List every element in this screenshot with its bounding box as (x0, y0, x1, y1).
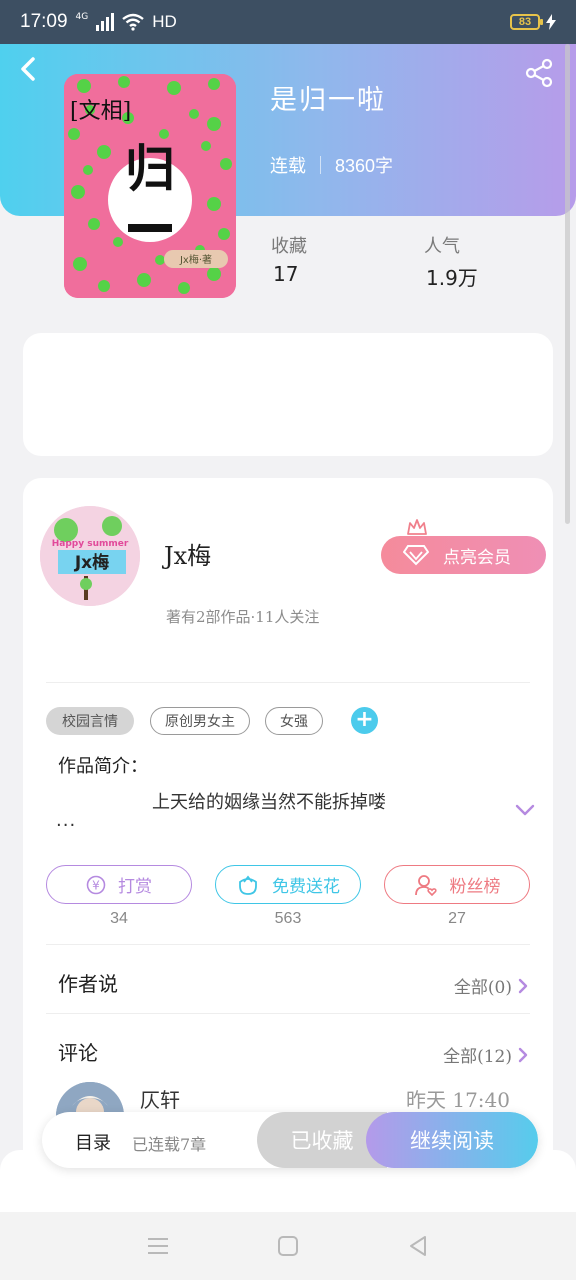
divider (46, 944, 530, 945)
battery-level: 83 (518, 16, 532, 28)
status-bar: 17:09 4G HD 83 (0, 0, 576, 44)
tag-campus-romance[interactable]: 校园言情 (46, 707, 134, 735)
popularity-label: 人气 (424, 236, 460, 257)
scrollbar[interactable] (565, 44, 570, 524)
author-says-all-link[interactable]: 全部(0) (454, 973, 528, 998)
favorites-value: 17 (273, 262, 299, 286)
banner-card (23, 333, 553, 456)
reward-count: 34 (110, 910, 128, 927)
continue-reading-button[interactable]: 继续阅读 (366, 1112, 538, 1168)
chevron-right-icon (518, 978, 528, 993)
author-avatar[interactable]: Happy summer Jx梅 (40, 506, 140, 606)
svg-text:¥: ¥ (92, 878, 100, 892)
crown-icon (407, 519, 427, 535)
charging-icon (546, 14, 556, 30)
hd-indicator: HD (152, 12, 177, 31)
cover-art: [文相] 归 Jx梅·著 (64, 74, 236, 298)
network-type: 4G (75, 12, 89, 22)
cover-big-char: 归 (125, 139, 175, 198)
share-button[interactable] (524, 58, 554, 88)
flower-count: 563 (274, 910, 302, 927)
send-flower-button[interactable]: 免费送花 (215, 865, 361, 904)
yuan-coin-icon: ¥ (86, 875, 106, 895)
home-icon[interactable] (277, 1235, 299, 1257)
vip-label: 点亮会员 (443, 547, 511, 568)
reward-button[interactable]: ¥ 打赏 (46, 865, 192, 904)
author-says-title: 作者说 (58, 972, 118, 996)
flower-icon (236, 874, 260, 896)
comments-all-label: 全部(12) (443, 1047, 512, 1067)
fan-rank-button[interactable]: 粉丝榜 (384, 865, 530, 904)
avatar-name: Jx梅 (74, 552, 109, 573)
toc-button[interactable]: 目录 (75, 1129, 111, 1155)
system-nav-bar (0, 1212, 576, 1280)
book-title: 是归一啦 (270, 85, 386, 116)
chevron-left-icon (21, 57, 35, 81)
chevron-right-icon (518, 1047, 528, 1062)
bottom-action-bar: 目录 已连载7章 已收藏 继续阅读 (42, 1112, 538, 1168)
book-meta: 连载 8360字 (270, 152, 393, 178)
avatar-caption: Happy summer (52, 539, 129, 549)
divider (46, 682, 530, 683)
author-name[interactable]: Jx梅 (164, 536, 211, 571)
tag-original-leads[interactable]: 原创男女主 (150, 707, 250, 735)
cover-tag: [文相] (70, 99, 131, 124)
reward-label: 打赏 (118, 877, 152, 897)
book-status: 连载 (270, 156, 306, 177)
author-info: 著有2部作品·11人关注 (166, 608, 320, 626)
cover-author: Jx梅·著 (179, 253, 212, 266)
wifi-icon (122, 13, 144, 31)
book-cover[interactable]: [文相] 归 Jx梅·著 (64, 74, 236, 298)
intro-ellipsis: ... (56, 810, 77, 831)
user-heart-icon (414, 874, 438, 896)
status-time: 17:09 (20, 11, 68, 32)
intro-label: 作品简介： (58, 756, 148, 777)
fan-count: 27 (448, 910, 466, 927)
add-tag-button[interactable]: + (351, 707, 378, 734)
back-button[interactable] (20, 56, 48, 84)
intro-text: 上天给的姻缘当然不能拆掉喽 (152, 792, 386, 813)
word-count: 8360字 (335, 156, 394, 176)
commenter-name: 仄轩 (140, 1088, 180, 1112)
author-says-all-label: 全部(0) (453, 978, 512, 998)
comments-title: 评论 (58, 1041, 98, 1065)
tag-strong-female[interactable]: 女强 (265, 707, 323, 735)
popularity-value: 1.9万 (426, 266, 478, 290)
diamond-icon (403, 545, 429, 566)
vip-button[interactable]: 点亮会员 (381, 536, 546, 574)
signal-icon (96, 13, 115, 31)
divider (46, 1013, 530, 1014)
back-triangle-icon[interactable] (407, 1235, 429, 1257)
fan-rank-label: 粉丝榜 (449, 877, 501, 897)
comment-time: 昨天 17:40 (406, 1088, 510, 1112)
avatar-art: Happy summer Jx梅 (40, 506, 140, 606)
send-flower-label: 免费送花 (272, 877, 340, 897)
chevron-down-icon[interactable] (514, 802, 536, 818)
favorites-label: 收藏 (271, 236, 307, 257)
menu-icon[interactable] (147, 1237, 169, 1255)
battery-icon: 83 (510, 14, 543, 30)
comments-all-link[interactable]: 全部(12) (443, 1042, 528, 1067)
toc-status: 已连载7章 (132, 1135, 207, 1154)
meta-divider (320, 156, 321, 174)
